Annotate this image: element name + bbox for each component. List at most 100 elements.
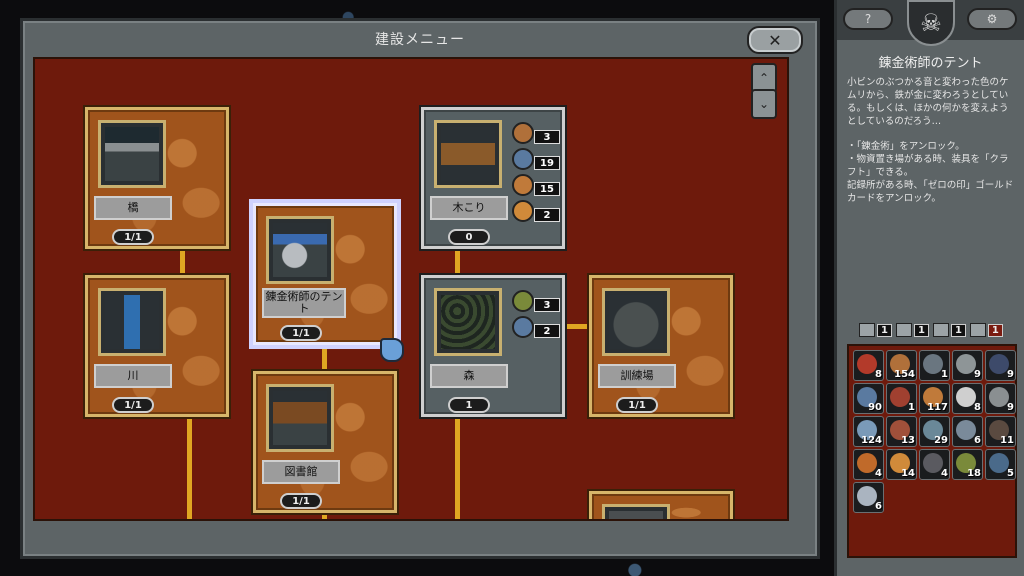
inventory-item[interactable]: 18 xyxy=(952,449,983,480)
inventory-item[interactable]: 29 xyxy=(919,416,950,447)
inventory-item[interactable]: 13 xyxy=(886,416,917,447)
card-label: 図書館 xyxy=(262,460,340,484)
inventory-item[interactable]: 6 xyxy=(853,482,884,513)
inventory-item[interactable]: 9 xyxy=(985,350,1016,381)
dialog-title: 建設メニュー xyxy=(375,32,465,48)
item-count: 90 xyxy=(868,402,882,413)
inventory-item[interactable]: 11 xyxy=(985,416,1016,447)
feather-icon xyxy=(890,387,910,407)
resource-inventory: 8 154 1 9 9 90 1 117 8 9 124 13 29 6 11 4 14 4 18 5 6 xyxy=(847,344,1017,558)
selected-building-title: 錬金術師のテント xyxy=(878,56,983,71)
shard-icon xyxy=(989,354,1009,374)
connector xyxy=(455,417,460,519)
card-alchemist-tent[interactable]: 錬金術師のテント 1/1 xyxy=(253,203,397,345)
card-count: 1/1 xyxy=(112,229,154,245)
inventory-item[interactable]: 1 xyxy=(919,350,950,381)
inventory-item[interactable]: 90 xyxy=(853,383,884,414)
inventory-item[interactable]: 154 xyxy=(886,350,917,381)
forest-thumbnail xyxy=(434,288,502,356)
tile-icon xyxy=(969,323,986,337)
building-effects: ・「錬金術」をアンロック。 ・物資置き場がある時、装具を「クラフト」できる。 記… xyxy=(847,141,1014,204)
settings-button[interactable]: ⚙ xyxy=(967,8,1017,30)
card-count: 0 xyxy=(448,229,490,245)
inventory-item[interactable]: 5 xyxy=(985,449,1016,480)
close-button[interactable]: ✕ xyxy=(747,26,803,54)
item-count: 154 xyxy=(894,369,915,380)
item-count: 124 xyxy=(861,435,882,446)
spiral-icon xyxy=(989,453,1009,473)
item-count: 29 xyxy=(934,435,948,446)
connector xyxy=(322,514,327,519)
metal-icon xyxy=(923,354,943,374)
card-partial[interactable] xyxy=(589,491,733,519)
cost-moss: 3 xyxy=(512,290,562,312)
build-menu-dialog: 建設メニュー ✕ 橋 1/1 川 1/1 錬金術師のテント 1/1 図書館 1/… xyxy=(20,18,820,559)
inventory-item[interactable]: 124 xyxy=(853,416,884,447)
card-count: 1/1 xyxy=(280,325,322,341)
inventory-item[interactable]: 8 xyxy=(952,383,983,414)
help-button[interactable]: ? xyxy=(843,8,893,30)
cost-ration: 15 xyxy=(512,174,562,196)
inventory-item[interactable]: 6 xyxy=(952,416,983,447)
inventory-item[interactable]: 9 xyxy=(952,350,983,381)
bread-icon xyxy=(512,200,534,222)
orb-blue-icon xyxy=(512,148,534,170)
card-count: 1/1 xyxy=(280,493,322,509)
card-woodcutter[interactable]: 3 19 15 2 木こり 0 xyxy=(421,107,565,249)
inventory-item[interactable]: 14 xyxy=(886,449,917,480)
item-count: 117 xyxy=(927,402,948,413)
card-label: 錬金術師のテント xyxy=(262,288,346,318)
item-count: 8 xyxy=(974,402,981,413)
info-side-panel: ? ☠ ⚙ 錬金術師のテント 小ビンのぶつかる音と変わった色のケムリから、鉄が金… xyxy=(834,0,1024,576)
plank-icon xyxy=(512,122,534,144)
stat-weapon: 1 xyxy=(895,323,929,337)
card-label: 森 xyxy=(430,364,508,388)
item-count: 9 xyxy=(1007,402,1014,413)
card-forest[interactable]: 3 2 森 1 xyxy=(421,275,565,417)
card-training-ground[interactable]: 訓練場 1/1 xyxy=(589,275,733,417)
cost-orb: 2 xyxy=(512,316,562,338)
inventory-item[interactable]: 117 xyxy=(919,383,950,414)
inventory-item[interactable]: 1 xyxy=(886,383,917,414)
bone-icon xyxy=(956,420,976,440)
inventory-item[interactable]: 9 xyxy=(985,383,1016,414)
inventory-item[interactable]: 8 xyxy=(853,350,884,381)
sword-icon xyxy=(895,323,912,337)
item-count: 1 xyxy=(908,402,915,413)
partial-thumbnail xyxy=(602,504,670,519)
stat-tile: 1 xyxy=(969,323,1003,337)
orb-red-icon xyxy=(857,354,877,374)
card-bridge[interactable]: 橋 1/1 xyxy=(85,107,229,249)
card-river[interactable]: 川 1/1 xyxy=(85,275,229,417)
card-label: 川 xyxy=(94,364,172,388)
card-label: 木こり xyxy=(430,196,508,220)
item-count: 6 xyxy=(974,435,981,446)
inventory-item[interactable]: 4 xyxy=(919,449,950,480)
bridge-thumbnail xyxy=(98,120,166,188)
inventory-item[interactable]: 4 xyxy=(853,449,884,480)
library-thumbnail xyxy=(266,384,334,452)
cost-orb: 19 xyxy=(512,148,562,170)
torch-icon xyxy=(857,453,877,473)
inventory-stats: 1 1 1 1 xyxy=(859,323,1003,337)
scroll-down-button[interactable]: ⌄ xyxy=(751,89,777,119)
item-count: 18 xyxy=(967,468,981,479)
building-icon xyxy=(859,323,875,337)
moss-icon xyxy=(512,290,534,312)
building-tree-canvas[interactable]: 橋 1/1 川 1/1 錬金術師のテント 1/1 図書館 1/1 3 19 15… xyxy=(33,57,789,521)
stat-building: 1 xyxy=(859,323,892,337)
card-label: 訓練場 xyxy=(598,364,676,388)
cost-bread: 2 xyxy=(512,200,562,222)
item-count: 6 xyxy=(875,501,882,512)
card-library[interactable]: 図書館 1/1 xyxy=(253,371,397,513)
gear-orb-icon xyxy=(857,486,877,506)
gear-icon: ⚙ xyxy=(986,12,998,26)
alchemist-tent-thumbnail xyxy=(266,216,334,284)
training-ground-thumbnail xyxy=(602,288,670,356)
chevron-up-icon: ⌃ xyxy=(758,71,770,85)
skull-icon xyxy=(956,387,976,407)
item-count: 11 xyxy=(1000,435,1014,446)
item-count: 14 xyxy=(901,468,915,479)
building-description: 小ビンのぶつかる音と変わった色のケムリから、鉄が金に変わろうとしている。もしくは… xyxy=(847,77,1009,127)
cost-plank: 3 xyxy=(512,122,562,144)
